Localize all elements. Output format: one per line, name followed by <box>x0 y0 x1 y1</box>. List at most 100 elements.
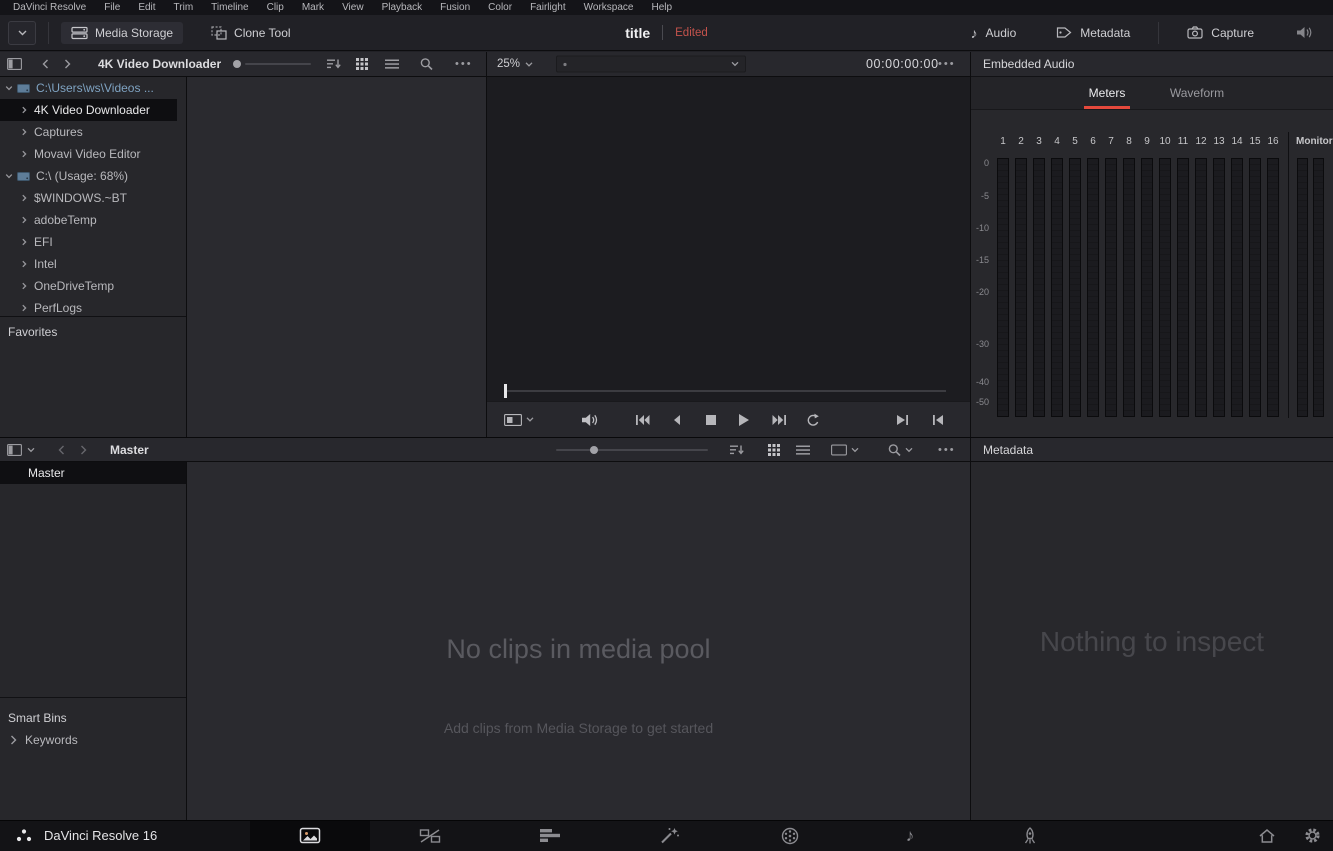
db-scale-label: -20 <box>975 287 989 297</box>
list-view-icon[interactable] <box>385 59 399 70</box>
menu-item[interactable]: Color <box>479 2 521 13</box>
smart-bin-keywords[interactable]: Keywords <box>0 729 186 751</box>
menu-item[interactable]: Trim <box>165 2 203 13</box>
monitor-label: Monitor <box>1296 136 1333 147</box>
db-scale-label: -10 <box>975 223 989 233</box>
goto-first-frame-button[interactable] <box>630 408 654 432</box>
db-scale-label: -40 <box>975 377 989 387</box>
forward-button[interactable] <box>64 59 71 69</box>
page-fairlight-button[interactable]: ♪ <box>850 820 970 851</box>
channel-number: 15 <box>1249 136 1261 147</box>
tree-item[interactable]: C:\ (Usage: 68%) <box>0 165 177 187</box>
goto-in-button[interactable] <box>926 408 950 432</box>
viewer-seekbar[interactable] <box>487 381 970 401</box>
play-button[interactable] <box>732 408 756 432</box>
tree-item[interactable]: PerfLogs <box>0 297 177 316</box>
pool-thumb-size-slider[interactable] <box>590 445 598 454</box>
search-dropdown[interactable] <box>888 443 913 456</box>
menu-item[interactable]: Mark <box>293 2 333 13</box>
tree-item[interactable]: Movavi Video Editor <box>0 143 177 165</box>
viewer-options-menu-button[interactable]: ••• <box>938 58 956 70</box>
audio-meter <box>1051 158 1063 417</box>
step-back-button[interactable] <box>665 408 689 432</box>
metadata-panel-button[interactable]: Metadata <box>1046 22 1140 44</box>
goto-last-frame-button[interactable] <box>767 408 791 432</box>
menu-item[interactable]: File <box>95 2 129 13</box>
page-color-button[interactable] <box>730 820 850 851</box>
chevron-down-icon[interactable] <box>27 447 35 452</box>
zoom-select[interactable]: 25% <box>497 58 533 70</box>
audio-panel-button[interactable]: ♪ Audio <box>961 22 1027 44</box>
loop-button[interactable] <box>800 408 824 432</box>
storage-tree: C:\Users\ws\Videos ... 4K Video Downloade… <box>0 77 186 316</box>
menu-item[interactable]: DaVinci Resolve <box>4 2 95 13</box>
page-media-button[interactable] <box>250 820 370 851</box>
menu-item[interactable]: Edit <box>129 2 164 13</box>
page-deliver-button[interactable] <box>970 820 1090 851</box>
thumb-size-slider[interactable] <box>233 60 241 68</box>
page-cut-button[interactable] <box>370 820 490 851</box>
speaker-button[interactable] <box>1286 22 1323 43</box>
grid-view-icon[interactable] <box>356 58 368 70</box>
back-button[interactable] <box>42 59 49 69</box>
play-to-out-button[interactable] <box>891 408 915 432</box>
bin-item-master[interactable]: Master <box>0 462 186 484</box>
sort-icon[interactable] <box>730 444 744 455</box>
tree-item[interactable]: 4K Video Downloader <box>0 99 177 121</box>
tag-icon <box>1056 26 1072 39</box>
playhead[interactable] <box>504 384 507 398</box>
title-divider <box>662 25 664 40</box>
tree-item[interactable]: Intel <box>0 253 177 275</box>
viewer-source-dropdown[interactable] <box>556 55 746 73</box>
options-menu-button[interactable]: ••• <box>455 58 473 70</box>
menu-item[interactable]: Fusion <box>431 2 479 13</box>
settings-button[interactable] <box>1304 827 1321 844</box>
menu-item[interactable]: Clip <box>258 2 293 13</box>
safe-area-button[interactable] <box>499 408 539 432</box>
menu-item[interactable]: View <box>333 2 373 13</box>
collapse-panel-icon[interactable] <box>7 443 22 456</box>
viewer-video-area[interactable] <box>487 77 970 381</box>
menu-item[interactable]: Help <box>642 2 681 13</box>
storage-browser-area[interactable] <box>187 77 486 437</box>
channel-number: 13 <box>1213 136 1225 147</box>
favorites-label: Favorites <box>8 325 58 339</box>
tree-item[interactable]: adobeTemp <box>0 209 177 231</box>
back-button[interactable] <box>58 445 65 455</box>
tree-item[interactable]: EFI <box>0 231 177 253</box>
pool-options-menu-button[interactable]: ••• <box>938 444 956 456</box>
page-edit-button[interactable] <box>490 820 610 851</box>
tree-item[interactable]: C:\Users\ws\Videos ... <box>0 77 177 99</box>
bin-breadcrumb: Master <box>110 442 149 457</box>
menu-item[interactable]: Playback <box>373 2 432 13</box>
panel-toggle-button[interactable] <box>8 20 36 45</box>
tree-item[interactable]: Captures <box>0 121 177 143</box>
pool-thumb-size-track[interactable] <box>556 448 708 451</box>
forward-button[interactable] <box>80 445 87 455</box>
capture-button[interactable]: Capture <box>1177 22 1264 44</box>
menu-item[interactable]: Timeline <box>202 2 257 13</box>
thumb-size-track[interactable] <box>245 63 311 65</box>
clip-view-dropdown[interactable] <box>831 444 859 455</box>
menu-item[interactable]: Fairlight <box>521 2 575 13</box>
tree-item[interactable]: $WINDOWS.~BT <box>0 187 177 209</box>
channel-number: 12 <box>1195 136 1207 147</box>
fusion-page-icon <box>661 828 679 844</box>
collapse-panel-icon[interactable] <box>7 58 22 70</box>
media-storage-button[interactable]: Media Storage <box>61 21 184 44</box>
volume-icon[interactable] <box>577 408 601 432</box>
grid-view-icon[interactable] <box>768 443 780 456</box>
page-fusion-button[interactable] <box>610 820 730 851</box>
search-icon[interactable] <box>420 58 433 71</box>
divider <box>0 820 1333 821</box>
clone-tool-button[interactable]: Clone Tool <box>201 22 300 44</box>
db-scale-label: -50 <box>975 397 989 407</box>
list-view-icon[interactable] <box>796 444 810 455</box>
seek-track[interactable] <box>506 390 946 392</box>
tree-item[interactable]: OneDriveTemp <box>0 275 177 297</box>
media-pool-area[interactable]: No clips in media pool Add clips from Me… <box>187 462 970 820</box>
sort-icon[interactable] <box>327 59 341 70</box>
stop-button[interactable] <box>699 408 723 432</box>
menu-item[interactable]: Workspace <box>575 2 643 13</box>
home-button[interactable] <box>1258 828 1276 844</box>
